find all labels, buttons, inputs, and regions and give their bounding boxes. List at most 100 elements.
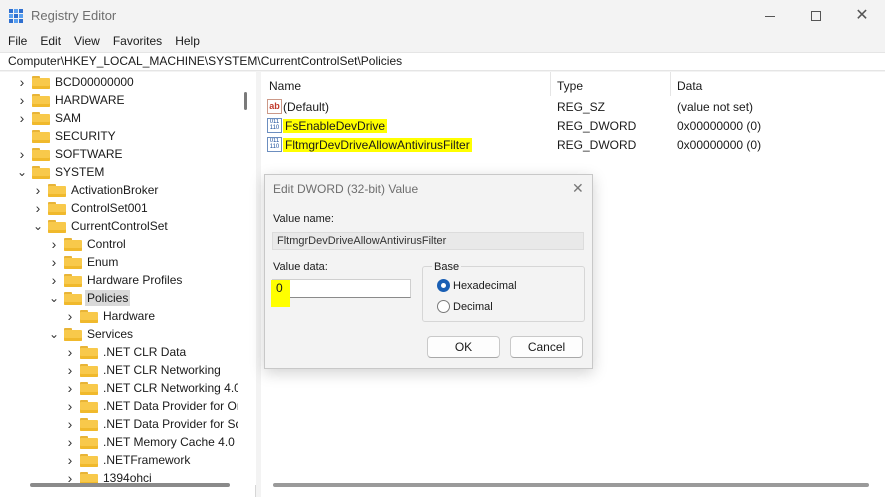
chevron-right-icon[interactable]: › [64, 433, 76, 451]
tree-node[interactable]: › .NET CLR Networking [64, 361, 223, 379]
value-row-name[interactable]: (Default) [283, 98, 329, 116]
hexadecimal-radio[interactable]: Hexadecimal [437, 279, 517, 292]
tree-node[interactable]: › Control [48, 235, 128, 253]
tree-node[interactable]: › Hardware [64, 307, 157, 325]
address-bar[interactable]: Computer\HKEY_LOCAL_MACHINE\SYSTEM\Curre… [0, 52, 885, 71]
value-data-input[interactable] [272, 279, 411, 298]
folder-icon [32, 111, 50, 125]
tree-horizontal-scrollbar[interactable] [30, 483, 230, 487]
column-header-data[interactable]: Data [677, 77, 702, 95]
tree-node-label: SAM [55, 111, 82, 125]
values-horizontal-scrollbar[interactable] [273, 483, 869, 487]
tree-node[interactable]: › .NET Data Provider for Ora [64, 397, 250, 415]
maximize-icon [811, 11, 821, 21]
chevron-down-icon[interactable]: ⌄ [48, 325, 60, 343]
value-row-name[interactable]: FsEnableDevDrive [283, 117, 388, 135]
minimize-icon [765, 15, 775, 17]
chevron-right-icon[interactable]: › [64, 397, 76, 415]
column-divider[interactable] [670, 72, 671, 96]
minimize-button[interactable] [747, 0, 793, 32]
chevron-down-icon[interactable]: ⌄ [48, 289, 60, 307]
column-divider[interactable] [550, 72, 551, 96]
tree-node[interactable]: ⌄ SYSTEM [16, 163, 106, 181]
folder-icon [32, 129, 50, 143]
tree-node[interactable]: › HARDWARE [16, 91, 127, 109]
tree-node[interactable]: ⌄ Services [48, 325, 135, 343]
tree-node[interactable]: › .NET CLR Data [64, 343, 188, 361]
menu-file[interactable]: File [0, 32, 33, 50]
chevron-down-icon[interactable]: ⌄ [32, 217, 44, 235]
value-row-type: REG_DWORD [557, 138, 637, 152]
chevron-right-icon[interactable]: › [64, 361, 76, 379]
value-data-text[interactable]: 0 [271, 280, 290, 307]
menu-view[interactable]: View [67, 32, 106, 50]
tree-node-label: HARDWARE [55, 93, 125, 107]
edit-dword-dialog: Edit DWORD (32-bit) Value ✕ Value name: … [264, 174, 593, 369]
maximize-button[interactable] [793, 0, 839, 32]
chevron-right-icon[interactable]: › [48, 271, 60, 289]
tree-node-label: BCD00000000 [55, 75, 134, 89]
tree-scroll-thumb[interactable] [244, 92, 247, 110]
folder-icon [80, 381, 98, 395]
chevron-right-icon[interactable]: › [32, 199, 44, 217]
folder-icon [48, 183, 66, 197]
chevron-right-icon[interactable]: › [64, 343, 76, 361]
tree-node[interactable]: › .NET Memory Cache 4.0 [64, 433, 237, 451]
menu-help[interactable]: Help [168, 32, 206, 50]
chevron-right-icon[interactable]: › [48, 235, 60, 253]
registry-editor-icon [9, 9, 23, 23]
tree-node[interactable]: SECURITY [16, 127, 118, 145]
chevron-right-icon[interactable]: › [16, 73, 28, 91]
chevron-right-icon[interactable]: › [64, 415, 76, 433]
value-name-text: (Default) [283, 100, 330, 114]
column-header-name[interactable]: Name [269, 77, 301, 95]
menu-edit[interactable]: Edit [33, 32, 67, 50]
binary-value-icon: 011 110 [267, 137, 282, 152]
chevron-right-icon[interactable]: › [16, 109, 28, 127]
chevron-right-icon[interactable]: › [16, 145, 28, 163]
tree-node[interactable]: › Hardware Profiles [48, 271, 184, 289]
chevron-down-icon[interactable]: ⌄ [16, 163, 28, 181]
dialog-close-icon[interactable]: ✕ [572, 180, 584, 197]
tree-node[interactable]: ⌄ CurrentControlSet [32, 217, 170, 235]
tree-node[interactable]: › SAM [16, 109, 83, 127]
chevron-right-icon[interactable]: › [32, 181, 44, 199]
tree-node[interactable]: › .NETFramework [64, 451, 192, 469]
tree-node[interactable]: › Enum [48, 253, 120, 271]
value-row-name[interactable]: FltmgrDevDriveAllowAntivirusFilter [283, 136, 472, 154]
folder-icon [64, 255, 82, 269]
tree-node-label: ControlSet001 [71, 201, 148, 215]
tree-node-label: SOFTWARE [55, 147, 123, 161]
close-button[interactable]: ✕ [839, 0, 885, 32]
column-header-type[interactable]: Type [557, 77, 583, 95]
tree-node[interactable]: › ControlSet001 [32, 199, 150, 217]
folder-icon [64, 237, 82, 251]
ok-button[interactable]: OK [427, 336, 500, 358]
tree-node[interactable]: › BCD00000000 [16, 73, 136, 91]
tree-node[interactable]: › .NET CLR Networking 4.0.0 [64, 379, 253, 397]
cancel-button[interactable]: Cancel [510, 336, 583, 358]
value-name-field: FltmgrDevDriveAllowAntivirusFilter [272, 232, 584, 250]
chevron-right-icon[interactable]: › [48, 253, 60, 271]
tree-node-label: Services [87, 327, 134, 341]
key-tree-pane[interactable]: › BCD00000000 › HARDWARE › SAM SECURITY › SOFTWA… [0, 72, 256, 497]
menu-favorites[interactable]: Favorites [106, 32, 168, 50]
tree-vertical-scrollbar[interactable] [238, 72, 256, 485]
value-row-data: (value not set) [677, 100, 754, 114]
radio-unchecked-icon[interactable] [437, 300, 450, 313]
chevron-right-icon[interactable]: › [64, 379, 76, 397]
binary-value-icon: 011 110 [267, 118, 282, 133]
tree-node[interactable]: ⌄ Policies [48, 289, 131, 307]
tree-node[interactable]: › .NET Data Provider for Sql [64, 415, 247, 433]
tree-node[interactable]: › SOFTWARE [16, 145, 125, 163]
chevron-right-icon[interactable]: › [64, 307, 76, 325]
chevron-right-icon[interactable]: › [16, 91, 28, 109]
value-name-text: FsEnableDevDrive [283, 119, 388, 133]
radio-checked-icon[interactable] [437, 279, 450, 292]
chevron-right-icon[interactable]: › [64, 451, 76, 469]
tree-node-label: ActivationBroker [71, 183, 159, 197]
tree-node[interactable]: › ActivationBroker [32, 181, 160, 199]
title-bar: Registry Editor ✕ [0, 0, 885, 32]
window-title: Registry Editor [31, 8, 117, 23]
decimal-radio[interactable]: Decimal [437, 300, 493, 313]
